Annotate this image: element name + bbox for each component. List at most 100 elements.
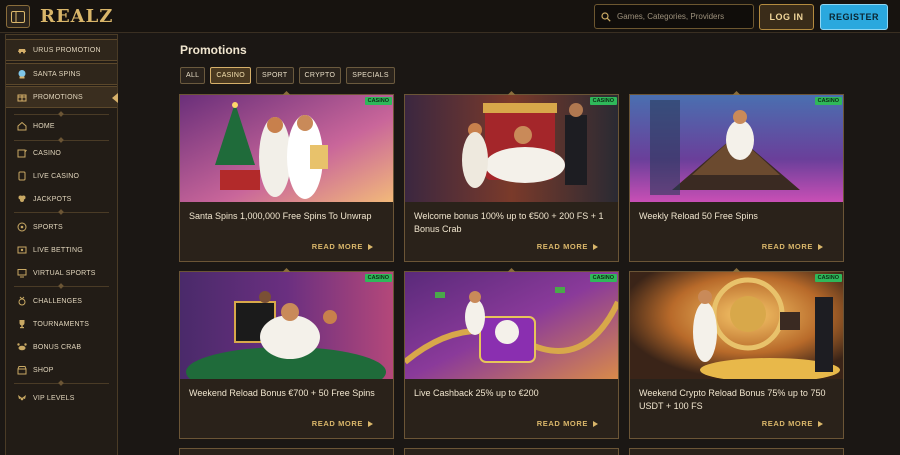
promo-title: Welcome bonus 100% up to €500 + 200 FS +… [414,211,604,234]
sidebar-toggle-button[interactable] [6,5,30,28]
sidebar-item-vip-levels[interactable]: VIP LEVELS [6,387,117,409]
read-more-link[interactable]: READ MORE [537,242,598,251]
sidebar-item-label: VIP LEVELS [33,394,75,402]
login-button[interactable]: LOG IN [759,4,814,30]
sidebar-item-tournaments[interactable]: TOURNAMENTS [6,313,117,335]
chevron-right-icon [368,243,373,250]
sidebar-item-live-betting[interactable]: LIVE BETTING [6,239,117,261]
sidebar-item-jackpots[interactable]: JACKPOTS [6,188,117,210]
top-header: REALZ LOG IN REGISTER [0,0,900,33]
sidebar-item-live-casino[interactable]: LIVE CASINO [6,165,117,187]
promo-image [180,272,393,379]
sidebar-item-label: LIVE CASINO [33,172,80,180]
tab-sport[interactable]: SPORT [256,67,294,84]
sidebar-item-bonus-crab[interactable]: BONUS CRAB [6,336,117,358]
sidebar-item-label: CASINO [33,149,62,157]
promo-card[interactable]: CASINO Welcome bonus 100% up to €500 + 2… [404,90,619,262]
read-more-link[interactable]: READ MORE [312,419,373,428]
search-input[interactable] [617,12,747,21]
promo-card-partial[interactable] [629,448,844,455]
ball-icon [17,222,27,232]
search-box[interactable] [594,4,754,29]
crab-icon [17,342,27,352]
category-badge: CASINO [589,274,617,282]
read-more-label: READ MORE [311,242,363,251]
sidebar-item-label: JACKPOTS [33,195,72,203]
sidebar-item-label: PROMOTIONS [33,93,83,101]
slot-icon [17,148,27,158]
promo-title: Weekend Reload Bonus €700 + 50 Free Spin… [189,388,375,398]
chevron-right-icon [368,420,373,427]
promo-title: Weekly Reload 50 Free Spins [639,211,758,221]
sidebar-item-santa-spins[interactable]: SANTA SPINS [6,63,117,85]
sidebar-item-challenges[interactable]: CHALLENGES [6,290,117,312]
sidebar-item-label: URUS PROMOTION [33,46,101,54]
tab-casino[interactable]: CASINO [210,67,251,84]
promo-card[interactable]: CASINO Weekly Reload 50 Free Spins READ … [629,90,844,262]
promo-filter-tabs: ALL CASINO SPORT CRYPTO SPECIALS [180,67,395,84]
brand-logo[interactable]: REALZ [40,6,113,27]
promo-card-partial[interactable] [179,448,394,455]
read-more-label: READ MORE [761,419,813,428]
sidebar-item-promotions[interactable]: PROMOTIONS [6,86,118,108]
promo-title: Santa Spins 1,000,000 Free Spins To Unwr… [189,211,372,221]
category-badge: CASINO [589,97,617,105]
read-more-label: READ MORE [311,419,363,428]
promo-image [405,95,618,202]
screen-icon [17,268,27,278]
category-badge: CASINO [814,274,842,282]
page-title: Promotions [180,43,247,57]
promo-card-partial[interactable] [404,448,619,455]
promo-card[interactable]: CASINO Live Cashback 25% up to €200 READ… [404,267,619,439]
tab-specials[interactable]: SPECIALS [346,67,395,84]
sidebar-item-virtual-sports[interactable]: VIRTUAL SPORTS [6,262,117,284]
sidebar-divider [14,140,109,141]
promo-card[interactable]: CASINO Weekend Crypto Reload Bonus 75% u… [629,267,844,439]
sidebar: URUS PROMOTION SANTA SPINS PROMOTIONS HO… [5,34,118,455]
read-more-link[interactable]: READ MORE [762,242,823,251]
promo-title: Live Cashback 25% up to €200 [414,388,539,398]
register-button[interactable]: REGISTER [820,4,888,30]
sidebar-item-label: TOURNAMENTS [33,320,90,328]
sidebar-item-label: LIVE BETTING [33,246,83,254]
read-more-link[interactable]: READ MORE [312,242,373,251]
promo-image [405,272,618,379]
sidebar-item-sports[interactable]: SPORTS [6,216,117,238]
snow-globe-icon [17,69,27,79]
search-icon [601,11,611,22]
category-badge: CASINO [364,97,392,105]
live-bet-icon [17,245,27,255]
category-badge: CASINO [814,97,842,105]
chevron-right-icon [818,243,823,250]
chevron-right-icon [818,420,823,427]
sidebar-divider [14,383,109,384]
shop-icon [17,365,27,375]
trophy-icon [17,319,27,329]
tab-all[interactable]: ALL [180,67,206,84]
sidebar-divider [14,212,109,213]
home-icon [17,121,27,131]
sidebar-item-label: SHOP [33,366,54,374]
promo-card[interactable]: CASINO Santa Spins 1,000,000 Free Spins … [179,90,394,262]
sidebar-divider [14,286,109,287]
wings-icon [17,393,27,403]
sidebar-item-label: SANTA SPINS [33,70,81,78]
sidebar-toggle-icon [11,10,25,23]
sidebar-item-label: VIRTUAL SPORTS [33,269,96,277]
read-more-label: READ MORE [761,242,813,251]
read-more-label: READ MORE [536,242,588,251]
sidebar-item-shop[interactable]: SHOP [6,359,117,381]
read-more-link[interactable]: READ MORE [537,419,598,428]
tab-crypto[interactable]: CRYPTO [298,67,342,84]
sidebar-item-urus-promotion[interactable]: URUS PROMOTION [6,39,117,61]
sidebar-item-label: BONUS CRAB [33,343,82,351]
sidebar-item-casino[interactable]: CASINO [6,142,117,164]
promo-image [180,95,393,202]
promo-image [630,272,843,379]
sidebar-item-home[interactable]: HOME [6,115,117,137]
read-more-link[interactable]: READ MORE [762,419,823,428]
clover-icon [17,194,27,204]
promo-card[interactable]: CASINO Weekend Reload Bonus €700 + 50 Fr… [179,267,394,439]
promo-title: Weekend Crypto Reload Bonus 75% up to 75… [639,388,826,411]
chevron-right-icon [593,420,598,427]
